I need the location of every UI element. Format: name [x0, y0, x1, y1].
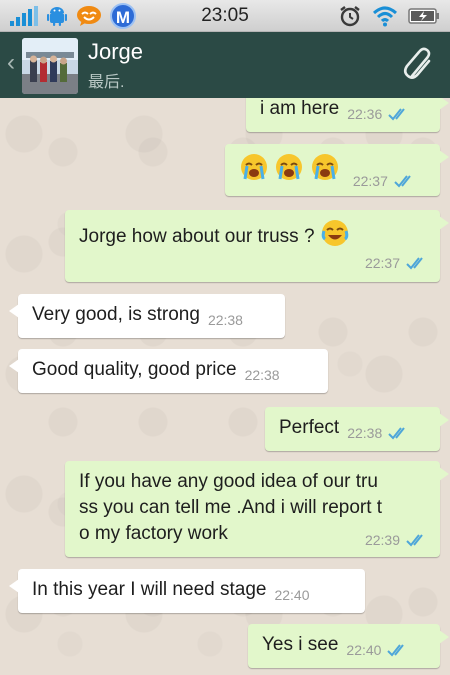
message-time: 22:40: [346, 637, 409, 663]
read-ticks-icon: [406, 534, 423, 547]
status-bar: M 23:05: [0, 0, 450, 32]
message-text: In this year I will need stage: [32, 579, 267, 600]
message-text: Very good, is strong: [32, 304, 200, 325]
message-text: Yes i see: [262, 634, 339, 655]
message-time: 22:38: [347, 420, 410, 446]
message-text: If you have any good idea of our tru ss …: [79, 469, 428, 553]
avatar[interactable]: [22, 38, 78, 94]
message-bubble-outgoing[interactable]: If you have any good idea of our tru ss …: [65, 461, 449, 557]
wifi-icon: [372, 6, 398, 27]
message-time: 22:39: [365, 527, 428, 553]
message-bubble-outgoing[interactable]: 22:37: [225, 144, 449, 196]
message-bubble-outgoing[interactable]: Jorge how about our truss ? 22:37: [65, 210, 449, 282]
message-text: Perfect: [279, 417, 340, 438]
read-ticks-icon: [406, 257, 423, 270]
contact-last-seen: 最后.: [88, 74, 125, 91]
message-time: 22:38: [244, 367, 280, 383]
crying-face-icon: [310, 154, 345, 181]
message-text: Good quality, good price: [32, 359, 237, 380]
crying-face-icon: [239, 154, 274, 181]
message-time: 22:38: [207, 312, 243, 328]
crying-face-icon: [274, 154, 309, 181]
battery-icon: [408, 8, 439, 24]
contact-name[interactable]: Jorge: [88, 39, 143, 65]
message-bubble-outgoing[interactable]: Yes i see 22:40: [248, 624, 449, 668]
message-text: Jorge how about our truss ?: [79, 226, 315, 247]
message-bubble-incoming[interactable]: In this year I will need stage 22:40: [9, 569, 365, 613]
read-ticks-icon: [388, 108, 406, 121]
message-text: i am here: [260, 98, 340, 119]
alarm-icon: [340, 6, 360, 27]
message-bubble-outgoing[interactable]: i am here 22:36: [246, 98, 449, 132]
message-time: 22:37: [353, 168, 416, 194]
message-bubble-outgoing[interactable]: Perfect 22:38: [265, 407, 449, 451]
tears-of-joy-icon: [320, 220, 350, 247]
status-right-icons: [338, 3, 440, 29]
read-ticks-icon: [394, 175, 411, 188]
read-ticks-icon: [388, 427, 406, 440]
message-list[interactable]: i am here 22:36 22:37 Jorge how about our…: [0, 98, 450, 675]
chat-header: ‹ Jorge 最后.: [0, 32, 450, 98]
read-ticks-icon: [387, 644, 405, 657]
message-time: 22:37: [79, 252, 428, 274]
message-time: 22:36: [347, 101, 410, 127]
paperclip-icon[interactable]: [402, 46, 438, 86]
message-time: 22:40: [274, 587, 310, 603]
chevron-left-icon[interactable]: ‹: [7, 49, 15, 77]
message-bubble-incoming[interactable]: Good quality, good price 22:38: [9, 349, 328, 393]
message-bubble-incoming[interactable]: Very good, is strong 22:38: [9, 294, 285, 338]
